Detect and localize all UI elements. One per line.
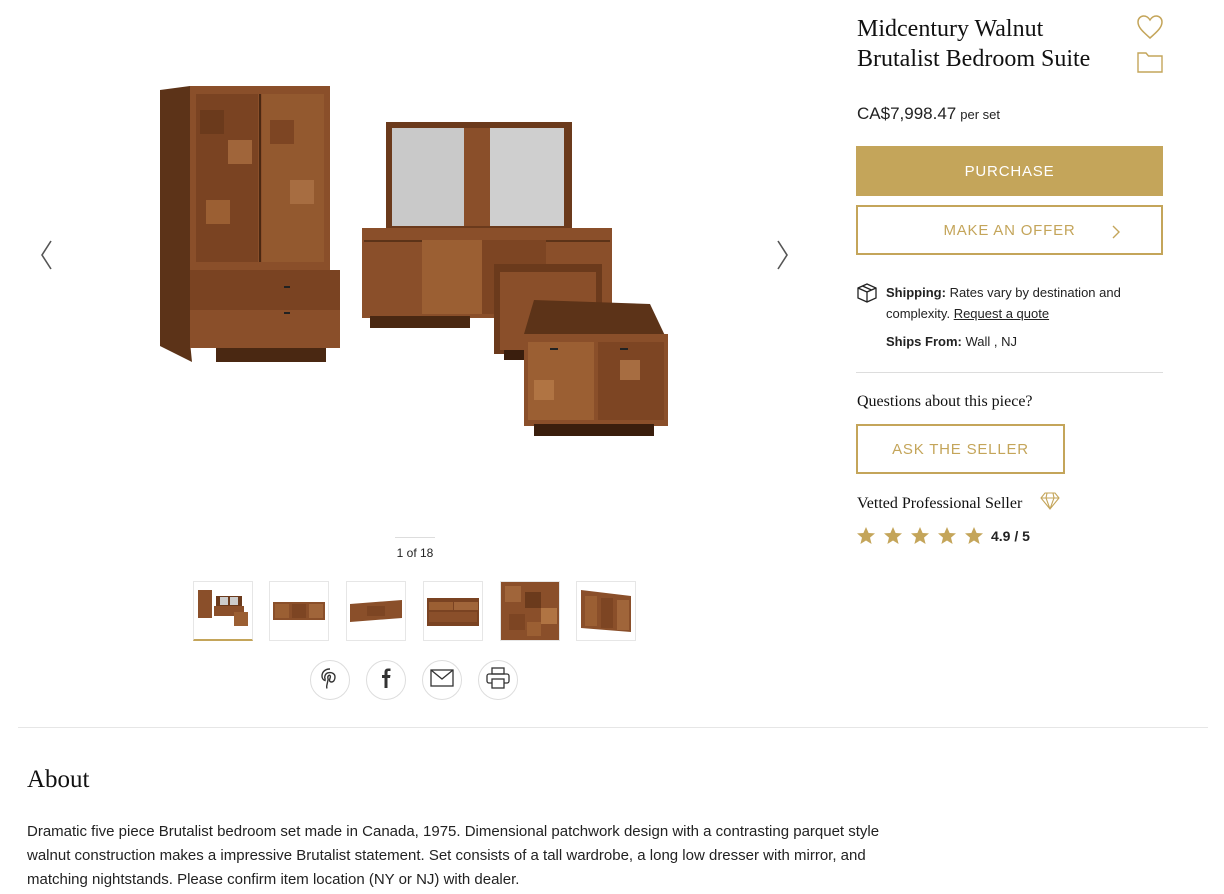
- thumbnail-5[interactable]: [500, 581, 560, 641]
- favorite-button[interactable]: [1136, 14, 1164, 40]
- facebook-icon: [375, 667, 397, 694]
- product-title: Midcentury Walnut Brutalist Bedroom Suit…: [857, 16, 1091, 72]
- diamond-icon: [1040, 492, 1060, 515]
- section-divider: [18, 727, 1208, 728]
- wardrobe-illustration: [160, 86, 340, 362]
- pinterest-icon: [319, 667, 341, 694]
- thumbnail-3[interactable]: [346, 581, 406, 641]
- thumbnail-6[interactable]: [576, 581, 636, 641]
- email-icon: [430, 668, 454, 692]
- vetted-seller-label: Vetted Professional Seller: [857, 495, 1023, 512]
- about-description: Dramatic five piece Brutalist bedroom se…: [27, 823, 880, 888]
- rating-star-icon: [910, 526, 930, 546]
- thumbnail-1[interactable]: [193, 581, 253, 641]
- counter-divider: [395, 537, 435, 538]
- questions-heading: Questions about this piece?: [857, 393, 1033, 410]
- ask-seller-button-label: ASK THE SELLER: [892, 440, 1029, 458]
- box-icon: [856, 283, 878, 308]
- purchase-button[interactable]: PURCHASE: [856, 146, 1163, 196]
- shipping-label: Shipping:: [886, 285, 946, 300]
- next-image-arrow[interactable]: [772, 238, 792, 272]
- save-to-folder-button[interactable]: [1136, 50, 1164, 74]
- thumbnail-2[interactable]: [269, 581, 329, 641]
- seller-rating: 4.9 / 5: [991, 528, 1030, 544]
- nightstand-front-illustration: [524, 300, 668, 436]
- image-counter: 1 of 18: [396, 546, 434, 560]
- panel-divider: [856, 372, 1163, 373]
- price-value: CA$7,998.47: [857, 104, 957, 123]
- make-offer-button[interactable]: MAKE AN OFFER: [856, 205, 1163, 255]
- price: CA$7,998.47 per set: [857, 104, 1000, 124]
- request-quote-link[interactable]: Request a quote: [954, 306, 1049, 321]
- purchase-button-label: PURCHASE: [964, 162, 1055, 180]
- folder-icon: [1136, 52, 1164, 78]
- facebook-share-button[interactable]: [366, 660, 406, 700]
- print-icon: [486, 666, 510, 694]
- price-unit: per set: [960, 107, 1000, 122]
- make-offer-button-label: MAKE AN OFFER: [943, 221, 1076, 239]
- heart-icon: [1136, 15, 1164, 44]
- rating-star-icon: [937, 526, 957, 546]
- ships-from: Ships From: Wall , NJ: [886, 334, 1017, 349]
- previous-image-arrow[interactable]: [37, 238, 57, 272]
- shipping-info: Shipping: Rates vary by destination and …: [886, 282, 1156, 324]
- about-heading: About: [27, 766, 90, 793]
- print-button[interactable]: [478, 660, 518, 700]
- ships-from-label: Ships From:: [886, 334, 962, 349]
- thumbnail-4[interactable]: [423, 581, 483, 641]
- rating-star-icon: [883, 526, 903, 546]
- rating-star-icon: [856, 526, 876, 546]
- main-product-image[interactable]: [150, 80, 680, 450]
- email-share-button[interactable]: [422, 660, 462, 700]
- chevron-right-icon: [1111, 224, 1121, 244]
- ask-seller-button[interactable]: ASK THE SELLER: [856, 424, 1065, 474]
- ships-from-value: Wall , NJ: [965, 334, 1017, 349]
- rating-star-icon: [964, 526, 984, 546]
- pinterest-share-button[interactable]: [310, 660, 350, 700]
